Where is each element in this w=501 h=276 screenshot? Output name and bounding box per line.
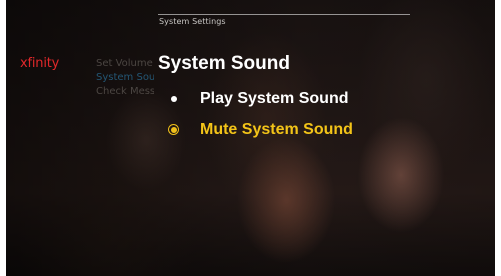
xfinity-logo: xfinity xyxy=(20,56,60,71)
header-divider xyxy=(158,14,410,15)
page-title: System Sound xyxy=(158,53,290,74)
option-play-system-sound[interactable]: Play System Sound xyxy=(168,87,349,111)
breadcrumb: System Settings xyxy=(159,17,226,26)
side-menu-item-system-sound[interactable]: System Sound xyxy=(96,71,154,85)
radio-selected-icon xyxy=(168,124,180,136)
tv-screen: System Settings xfinity Set Volume Syste… xyxy=(0,0,501,276)
radio-dot-icon xyxy=(168,93,180,105)
option-label: Play System Sound xyxy=(200,90,349,107)
side-menu-item-set-volume[interactable]: Set Volume xyxy=(96,57,154,71)
option-mute-system-sound[interactable]: Mute System Sound xyxy=(168,118,353,142)
letterbox-right xyxy=(495,0,501,276)
option-label: Mute System Sound xyxy=(200,121,353,138)
letterbox-left xyxy=(0,0,6,276)
side-menu: Set Volume System Sound Check Messages xyxy=(96,57,154,99)
side-menu-item-check-messages[interactable]: Check Messages xyxy=(96,85,154,99)
